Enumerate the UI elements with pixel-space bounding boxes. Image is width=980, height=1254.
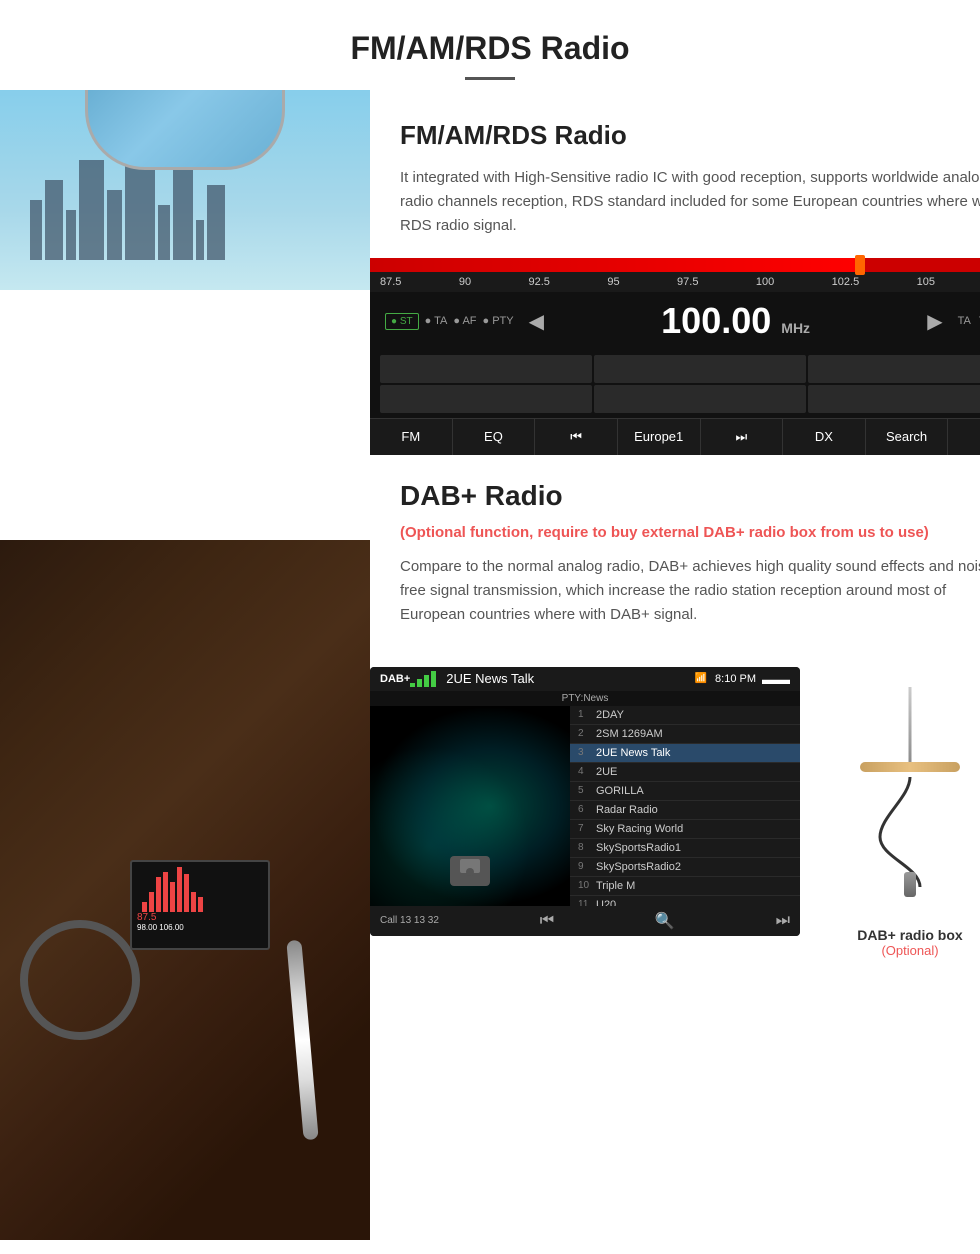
dab-forward-button[interactable]: ⏭ bbox=[776, 912, 790, 930]
radio-pty-indicator: ● PTY bbox=[483, 315, 514, 327]
radio-prev-button[interactable]: ⏮ bbox=[535, 419, 618, 455]
radio-frequency-display: 100.00 MHz bbox=[559, 300, 912, 342]
dab-cable-svg bbox=[820, 767, 980, 887]
dab-main-area: 12DAY 22SM 1269AM 32UE News Talk 42UE 5G… bbox=[370, 706, 800, 906]
rearview-mirror bbox=[85, 90, 285, 170]
radio-search-button[interactable]: Search bbox=[866, 419, 949, 455]
fmam-description: It integrated with High-Sensitive radio … bbox=[400, 166, 980, 238]
radio-right-indicators: TA TP ST bbox=[958, 315, 980, 327]
preset-2[interactable] bbox=[594, 355, 806, 383]
dab-antenna bbox=[909, 687, 912, 767]
dab-footer: Call 13 13 32 ⏮ 🔍 ⏭ bbox=[370, 906, 800, 936]
dab-camera-icon bbox=[450, 856, 490, 886]
dab-header: DAB+ 2UE News Talk 📶 8:10 PM ▬▬ bbox=[370, 667, 800, 691]
radio-prev-arrow[interactable]: ◀ bbox=[529, 309, 544, 334]
radio-bottom-bar: FM EQ ⏮ Europe1 ⏭ DX Search ↩ bbox=[370, 418, 980, 455]
right-content: FM/AM/RDS Radio It integrated with High-… bbox=[370, 90, 980, 1240]
radio-freq-scale: 87.5 90 92.5 95 97.5 100 102.5 105 107.5 bbox=[370, 272, 980, 292]
preset-4[interactable] bbox=[380, 385, 592, 413]
dab-list-item-active[interactable]: 32UE News Talk bbox=[570, 744, 800, 763]
hu-freq2: 98.00 106.00 bbox=[132, 923, 268, 932]
radio-progress-container: 🔊 30 bbox=[370, 258, 980, 272]
radio-eq-button[interactable]: EQ bbox=[453, 419, 536, 455]
dab-call: Call 13 13 32 bbox=[380, 915, 439, 926]
radio-back-button[interactable]: ↩ bbox=[948, 419, 980, 455]
dab-list-item[interactable]: 6Radar Radio bbox=[570, 801, 800, 820]
fmam-title: FM/AM/RDS Radio bbox=[400, 120, 980, 151]
fmam-section: FM/AM/RDS Radio It integrated with High-… bbox=[370, 90, 980, 258]
radio-st-indicator: ● ST bbox=[385, 313, 419, 330]
radio-next-button[interactable]: ⏭ bbox=[701, 419, 784, 455]
radio-fm-button[interactable]: FM bbox=[370, 419, 453, 455]
radio-ui: 🔊 30 87.5 90 92.5 95 97.5 100 102.5 105 … bbox=[370, 258, 980, 455]
radio-next-arrow[interactable]: ▶ bbox=[927, 309, 942, 334]
radio-af-indicator: ● AF bbox=[453, 315, 476, 327]
page-title: FM/AM/RDS Radio bbox=[20, 30, 960, 67]
dab-rewind-button[interactable]: ⏮ bbox=[540, 912, 554, 930]
dab-signal-icon: 📶 bbox=[695, 673, 707, 684]
dab-description: Compare to the normal analog radio, DAB+… bbox=[400, 555, 980, 627]
dab-pty: PTY:News bbox=[370, 691, 800, 706]
dab-list-item[interactable]: 42UE bbox=[570, 763, 800, 782]
dab-time: 8:10 PM bbox=[715, 673, 756, 685]
preset-6[interactable] bbox=[808, 385, 980, 413]
dab-signal bbox=[410, 671, 436, 687]
preset-5[interactable] bbox=[594, 385, 806, 413]
dab-search-footer-button[interactable]: 🔍 bbox=[655, 911, 675, 931]
preset-3[interactable] bbox=[808, 355, 980, 383]
dab-station-list[interactable]: 12DAY 22SM 1269AM 32UE News Talk 42UE 5G… bbox=[570, 706, 800, 906]
car-image: 87.5 98.00 106.00 bbox=[0, 90, 370, 1240]
radio-progress-fill bbox=[370, 258, 865, 272]
dab-list-item[interactable]: 9SkySportsRadio2 bbox=[570, 858, 800, 877]
dab-title: DAB+ Radio bbox=[400, 480, 980, 512]
header-divider bbox=[465, 77, 515, 80]
dab-list-item[interactable]: 7Sky Racing World bbox=[570, 820, 800, 839]
dab-list-item[interactable]: 12DAY bbox=[570, 706, 800, 725]
main-layout: 87.5 98.00 106.00 FM/AM/RDS Radio It int… bbox=[0, 90, 980, 1240]
dab-optional-text: (Optional function, require to buy exter… bbox=[400, 522, 980, 545]
gear-shift bbox=[286, 940, 318, 1141]
preset-1[interactable] bbox=[380, 355, 592, 383]
dab-box-optional: (Optional) bbox=[881, 943, 938, 958]
dab-battery-icon: ▬▬ bbox=[762, 671, 790, 687]
dab-box-area: DAB+ radio box (Optional) bbox=[820, 667, 980, 958]
head-unit-display: 87.5 98.00 106.00 bbox=[130, 860, 270, 950]
radio-progress-bar bbox=[370, 258, 980, 272]
dab-station-name: 2UE News Talk bbox=[446, 671, 694, 686]
radio-controls-row: ● ST ● TA ● AF ● PTY ◀ 100.00 MHz ▶ TA T… bbox=[370, 292, 980, 350]
radio-dx-button[interactable]: DX bbox=[783, 419, 866, 455]
radio-ta-indicator: ● TA bbox=[425, 315, 448, 327]
radio-preset-grid bbox=[370, 350, 980, 418]
dab-bottom: DAB+ 2UE News Talk 📶 8:10 PM ▬▬ PTY:News bbox=[370, 647, 980, 988]
dab-ui: DAB+ 2UE News Talk 📶 8:10 PM ▬▬ PTY:News bbox=[370, 667, 800, 936]
steering-wheel bbox=[20, 920, 140, 1040]
radio-progress-thumb[interactable] bbox=[855, 255, 865, 275]
dab-list-item[interactable]: 22SM 1269AM bbox=[570, 725, 800, 744]
dab-list-item[interactable]: 5GORILLA bbox=[570, 782, 800, 801]
hu-freq: 87.5 bbox=[132, 912, 268, 923]
dab-box-visual bbox=[820, 687, 980, 907]
dab-label: DAB+ bbox=[380, 673, 410, 685]
dab-art bbox=[370, 706, 570, 906]
dab-connector bbox=[904, 872, 916, 897]
dab-box-label: DAB+ radio box bbox=[857, 927, 962, 943]
dab-list-item[interactable]: 11U20 bbox=[570, 896, 800, 906]
radio-europe1-button[interactable]: Europe1 bbox=[618, 419, 701, 455]
page-header: FM/AM/RDS Radio bbox=[0, 0, 980, 90]
dashboard: 87.5 98.00 106.00 bbox=[0, 540, 370, 1240]
dab-section: DAB+ Radio (Optional function, require t… bbox=[370, 455, 980, 647]
dab-list-item[interactable]: 8SkySportsRadio1 bbox=[570, 839, 800, 858]
dab-list-item[interactable]: 10Triple M bbox=[570, 877, 800, 896]
